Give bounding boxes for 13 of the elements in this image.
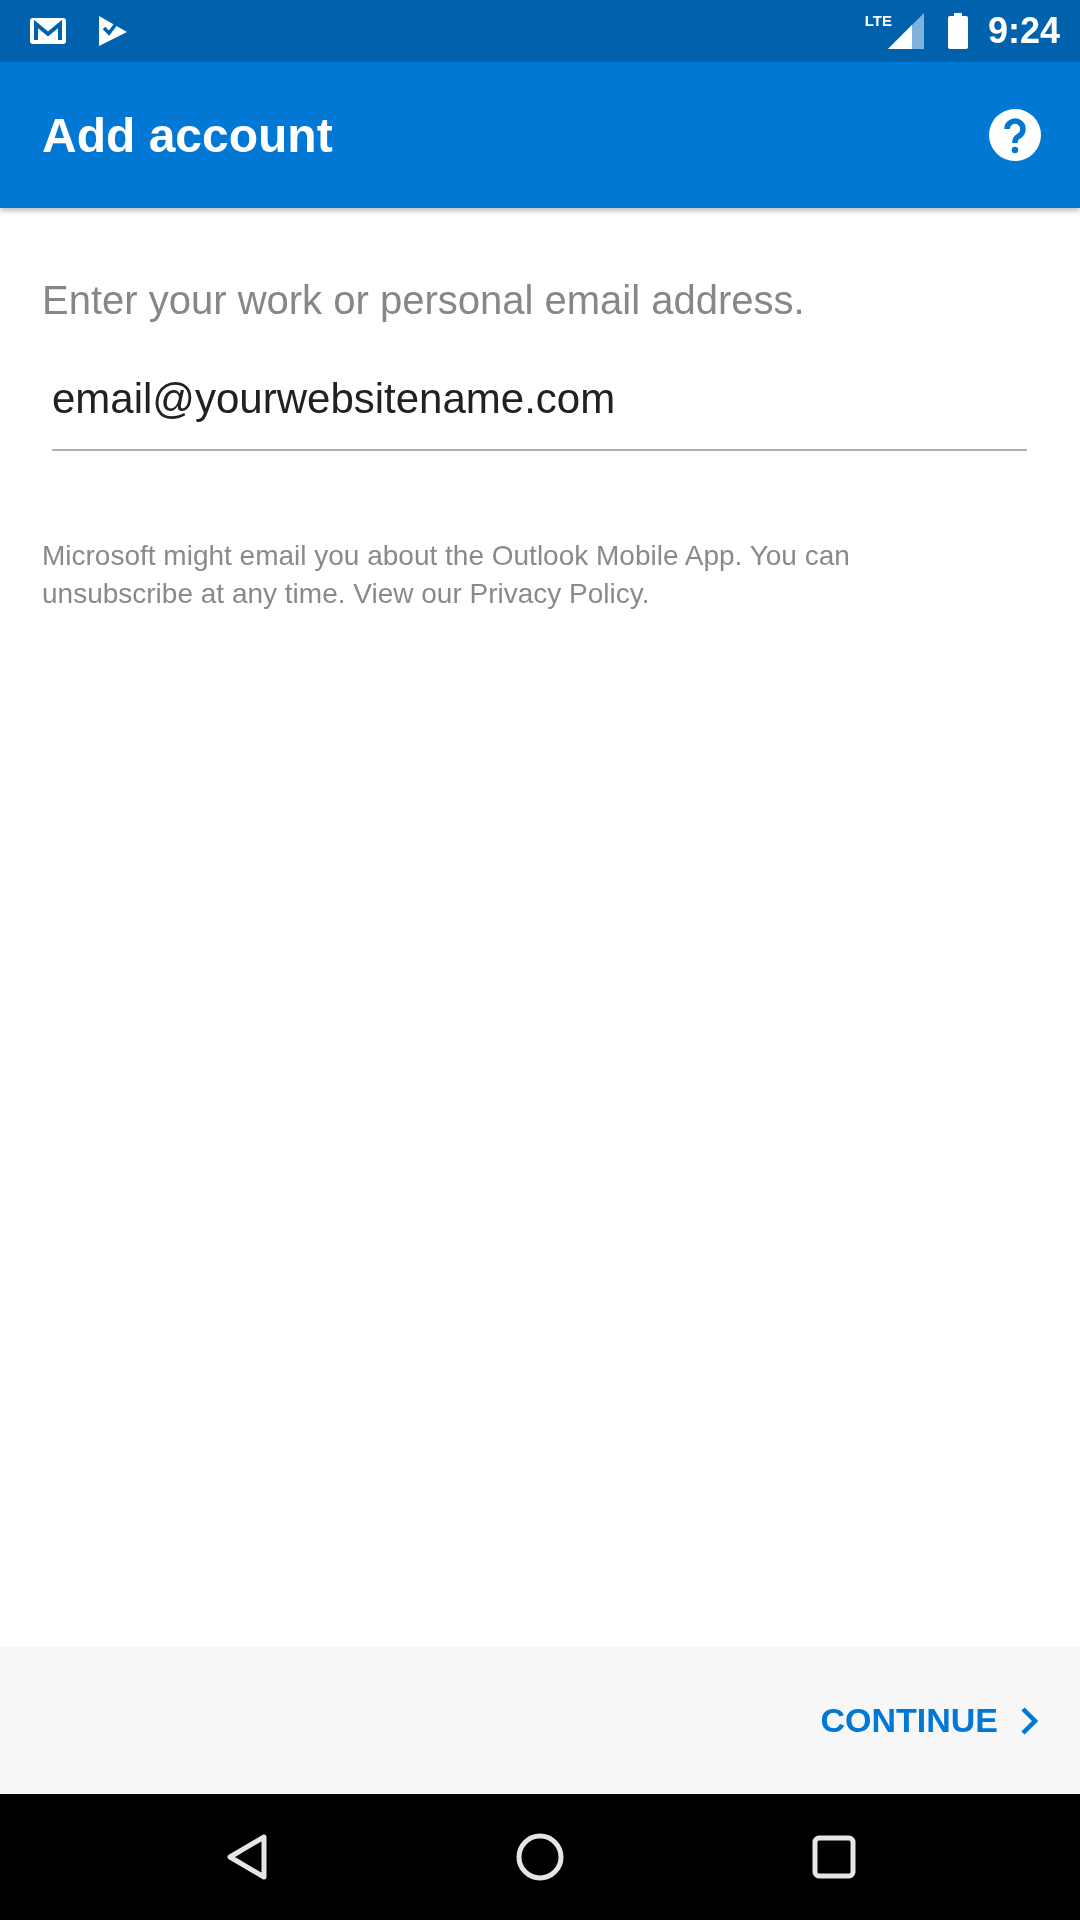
continue-button[interactable]: CONTINUE bbox=[820, 1695, 1038, 1746]
battery-icon bbox=[947, 13, 968, 49]
disclaimer-text: Microsoft might email you about the Outlook Mobile App. You can unsubscribe at any time. View our Privacy Policy. bbox=[42, 539, 851, 611]
email-input-field[interactable]: email@yourwebsitename.com bbox=[52, 363, 1027, 451]
recents-icon[interactable] bbox=[812, 1835, 857, 1879]
chevron-right-icon bbox=[1020, 1705, 1038, 1736]
instruction-text: Enter your work or personal email address. bbox=[42, 278, 806, 323]
home-icon[interactable] bbox=[515, 1832, 565, 1882]
mail-icon bbox=[28, 16, 68, 46]
clock: 9:24 bbox=[987, 10, 1060, 52]
help-icon[interactable] bbox=[988, 108, 1042, 162]
screen-title: Add account bbox=[42, 107, 333, 163]
network-label: LTE bbox=[864, 12, 892, 29]
